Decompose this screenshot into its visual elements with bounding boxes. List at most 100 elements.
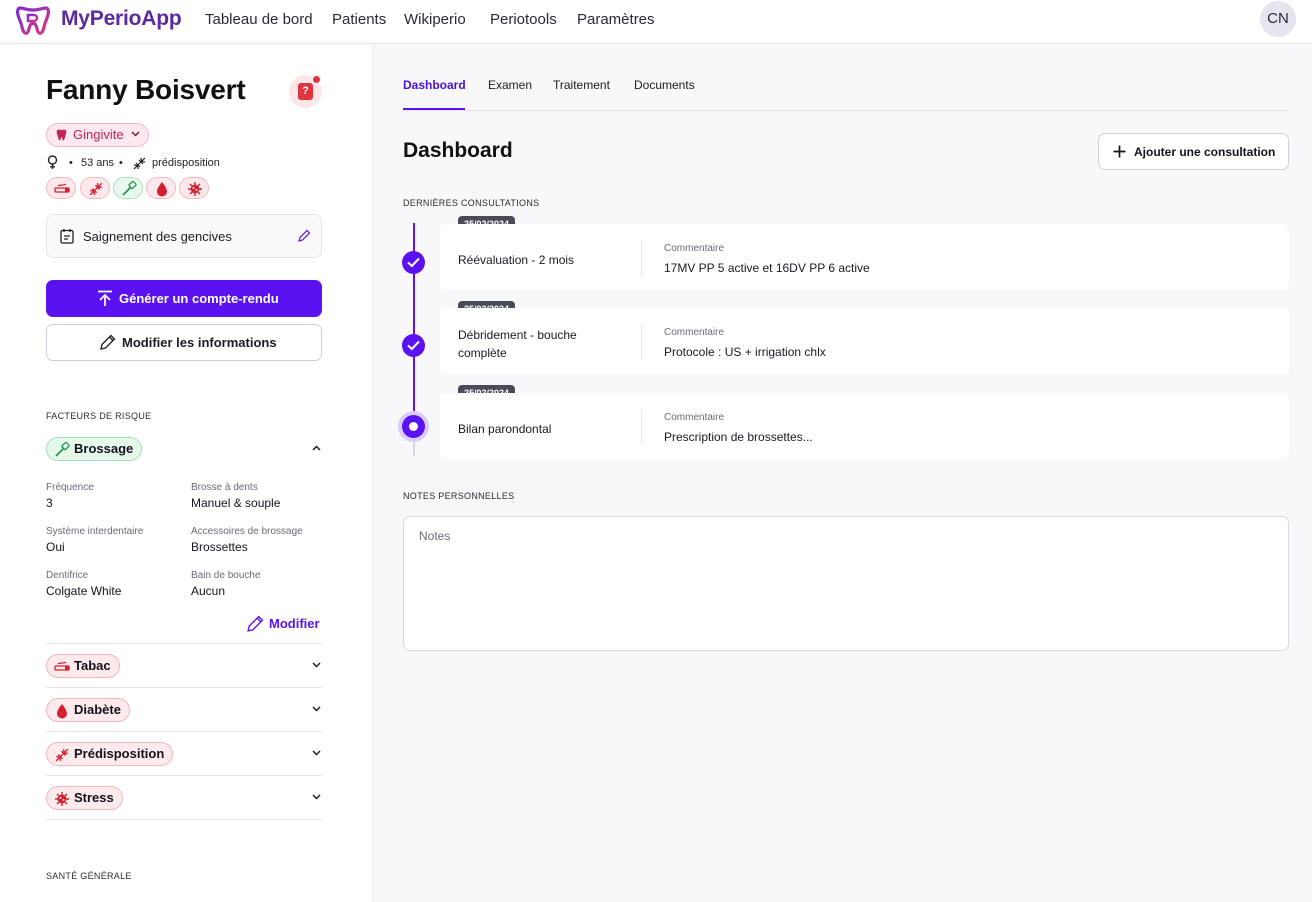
alert-dot [312, 75, 321, 84]
divider [641, 410, 642, 445]
plus-icon [1113, 145, 1126, 158]
check-icon [407, 257, 420, 268]
risk-brossage-header[interactable]: Brossage [46, 437, 322, 463]
modify-brossage-label: Modifier [269, 616, 320, 631]
notes-textarea[interactable] [405, 518, 1287, 649]
tab-traitement[interactable]: Traitement [553, 78, 610, 92]
comment-text: 17MV PP 5 active et 16DV PP 6 active [664, 261, 870, 275]
blood-drop-icon [157, 182, 167, 197]
diagnosis-dropdown[interactable]: Gingivite [46, 123, 149, 147]
top-navigation: MyPerioApp Tableau de bord Patients Wiki… [0, 0, 1312, 44]
risk-chip-stress[interactable] [179, 177, 209, 199]
consultation-card[interactable]: Réévaluation - 2 mois Commentaire 17MV P… [440, 224, 1289, 290]
tooth-logo-icon[interactable] [16, 4, 50, 36]
risk-stress-header[interactable]: Stress [46, 786, 322, 812]
risk-tabac-title: Tabac [74, 658, 111, 673]
tabs-border [403, 110, 1288, 111]
risk-predisposition-header[interactable]: Prédisposition [46, 742, 322, 768]
tooth-icon [56, 129, 67, 141]
dna-icon [133, 157, 146, 170]
consultations-heading: DERNIÈRES CONSULTATIONS [403, 198, 540, 208]
chevron-down-icon [312, 662, 321, 668]
chevron-down-icon [312, 706, 321, 712]
chevron-up-icon [312, 445, 321, 451]
generate-report-button[interactable]: Générer un compte-rendu [46, 280, 322, 317]
consultation-card[interactable]: Bilan parondontal Commentaire Prescripti… [440, 393, 1289, 459]
alert-icon: ? [298, 83, 313, 100]
field-bain-de-bouche: Bain de bouche Aucun [191, 570, 261, 598]
patient-sidebar [0, 45, 373, 902]
consultation-title: Réévaluation - 2 mois [458, 253, 575, 267]
active-tab-indicator [403, 108, 465, 110]
tab-documents[interactable]: Documents [634, 78, 695, 92]
comment-text: Protocole : US + irrigation chlx [664, 345, 826, 359]
pencil-icon [100, 334, 116, 350]
notes-container [403, 516, 1289, 651]
divider [641, 241, 642, 276]
personal-notes-heading: NOTES PERSONNELLES [403, 491, 515, 501]
symptom-text: Saignement des gencives [83, 229, 232, 244]
risk-chip-diabete[interactable] [146, 177, 176, 199]
divider [46, 731, 322, 732]
cigarette-icon [54, 661, 70, 671]
divider [641, 325, 642, 360]
comment-label: Commentaire [664, 243, 725, 254]
risk-chip-predisposition[interactable] [80, 177, 110, 199]
timeline-node-done [402, 334, 425, 357]
consultation-card[interactable]: Débridement - bouche complète Commentair… [440, 308, 1289, 374]
virus-icon [188, 182, 202, 196]
timeline-tail [413, 440, 415, 456]
modify-info-button[interactable]: Modifier les informations [46, 324, 322, 361]
user-avatar[interactable]: CN [1260, 1, 1296, 37]
blood-drop-icon [57, 704, 67, 719]
nav-tableau-de-bord[interactable]: Tableau de bord [205, 11, 313, 28]
risk-stress-pill: Stress [46, 786, 123, 810]
tab-examen[interactable]: Examen [488, 78, 532, 92]
meta-dot: • [69, 157, 73, 169]
risk-brossage-pill: Brossage [46, 437, 143, 461]
risk-diabete-header[interactable]: Diabète [46, 698, 322, 724]
page-title: Dashboard [403, 139, 513, 162]
risk-diabete-title: Diabète [74, 702, 121, 717]
check-icon [407, 340, 420, 351]
symptom-card[interactable]: Saignement des gencives [46, 214, 322, 258]
risk-tabac-pill: Tabac [46, 654, 120, 678]
meta-dot: • [119, 157, 123, 169]
field-dentifrice: Dentifrice Colgate White [46, 570, 122, 598]
nav-patients[interactable]: Patients [332, 11, 386, 28]
tab-dashboard[interactable]: Dashboard [403, 78, 466, 92]
consultation-title: Bilan parondontal [458, 422, 552, 436]
dna-icon [89, 182, 103, 196]
nav-periotools[interactable]: Periotools [490, 11, 557, 28]
pencil-icon [247, 615, 264, 632]
nav-wikiperio[interactable]: Wikiperio [404, 11, 466, 28]
timeline-node-done [402, 251, 425, 274]
cigarette-icon [54, 183, 70, 193]
pencil-icon[interactable] [297, 229, 311, 243]
divider [46, 643, 322, 644]
brand-name[interactable]: MyPerioApp [61, 7, 182, 31]
generate-report-label: Générer un compte-rendu [119, 291, 279, 306]
patient-trait: prédisposition [152, 157, 220, 169]
risk-chip-brossage[interactable] [113, 177, 143, 199]
female-icon [47, 155, 58, 169]
upload-icon [98, 290, 112, 306]
risk-tabac-header[interactable]: Tabac [46, 654, 322, 680]
field-accessoires: Accessoires de brossage Brossettes [191, 526, 303, 554]
alert-button[interactable]: ? [289, 75, 322, 108]
virus-icon [55, 792, 69, 806]
divider [46, 819, 322, 820]
risk-brossage-title: Brossage [74, 441, 134, 456]
risk-predisposition-pill: Prédisposition [46, 742, 174, 766]
field-systeme-interdentaire: Système interdentaire Oui [46, 526, 144, 554]
comment-label: Commentaire [664, 412, 725, 423]
field-frequence: Fréquence 3 [46, 482, 94, 510]
divider [46, 775, 322, 776]
nav-parametres[interactable]: Paramètres [577, 11, 655, 28]
risk-predisposition-title: Prédisposition [74, 746, 165, 761]
clipboard-icon [60, 229, 74, 244]
add-consultation-button[interactable]: Ajouter une consultation [1098, 133, 1289, 170]
patient-name: Fanny Boisvert [46, 74, 246, 105]
risk-chip-tabac[interactable] [46, 177, 76, 199]
add-consultation-label: Ajouter une consultation [1134, 145, 1276, 159]
